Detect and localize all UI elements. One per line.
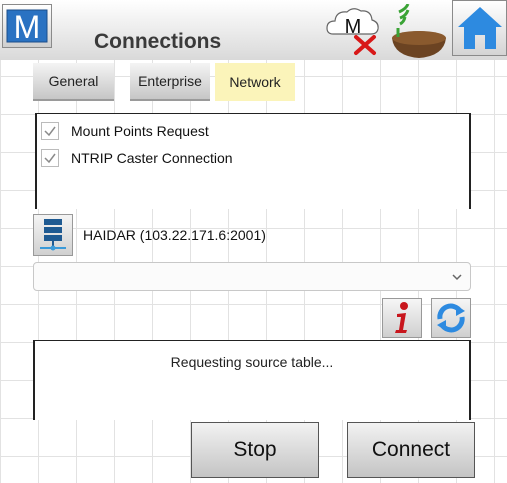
home-button[interactable] [452, 0, 507, 56]
caster-label: HAIDAR (103.22.171.6:2001) [83, 227, 266, 243]
list-item: Mount Points Request [41, 122, 209, 140]
list-item: NTRIP Caster Connection [41, 149, 233, 167]
checkmark-icon [44, 126, 56, 137]
tab-network[interactable]: Network [215, 63, 295, 101]
mount-points-request-checkbox[interactable] [41, 122, 59, 140]
stop-button[interactable]: Stop [191, 422, 319, 478]
caster-select-button[interactable] [33, 214, 73, 256]
server-icon [40, 219, 66, 251]
ntrip-caster-connection-checkbox[interactable] [41, 149, 59, 167]
tab-general[interactable]: General [33, 63, 114, 101]
app-logo-button[interactable]: M [2, 4, 52, 48]
checkmark-icon [44, 153, 56, 164]
refresh-icon [437, 303, 465, 333]
svg-text:M: M [345, 16, 362, 38]
connection-steps-panel: Mount Points Request NTRIP Caster Connec… [35, 113, 471, 209]
ntrip-caster-connection-label: NTRIP Caster Connection [71, 150, 233, 166]
info-button[interactable] [382, 298, 422, 338]
status-message: Requesting source table... [170, 354, 334, 370]
info-icon [395, 302, 408, 333]
chevron-down-icon [452, 274, 462, 281]
home-icon [457, 7, 502, 49]
cloud-disconnected-icon[interactable]: M [323, 6, 383, 56]
status-panel: Requesting source table... [33, 340, 471, 420]
m-logo-icon: M [6, 9, 48, 43]
page-title: Connections [94, 30, 222, 53]
svg-text:M: M [14, 9, 41, 43]
connect-button[interactable]: Connect [347, 422, 475, 478]
mount-points-request-label: Mount Points Request [71, 123, 209, 139]
mount-point-dropdown[interactable] [33, 262, 471, 291]
gnss-antenna-icon[interactable] [386, 4, 452, 58]
tab-enterprise[interactable]: Enterprise [130, 63, 210, 101]
refresh-button[interactable] [431, 298, 471, 338]
